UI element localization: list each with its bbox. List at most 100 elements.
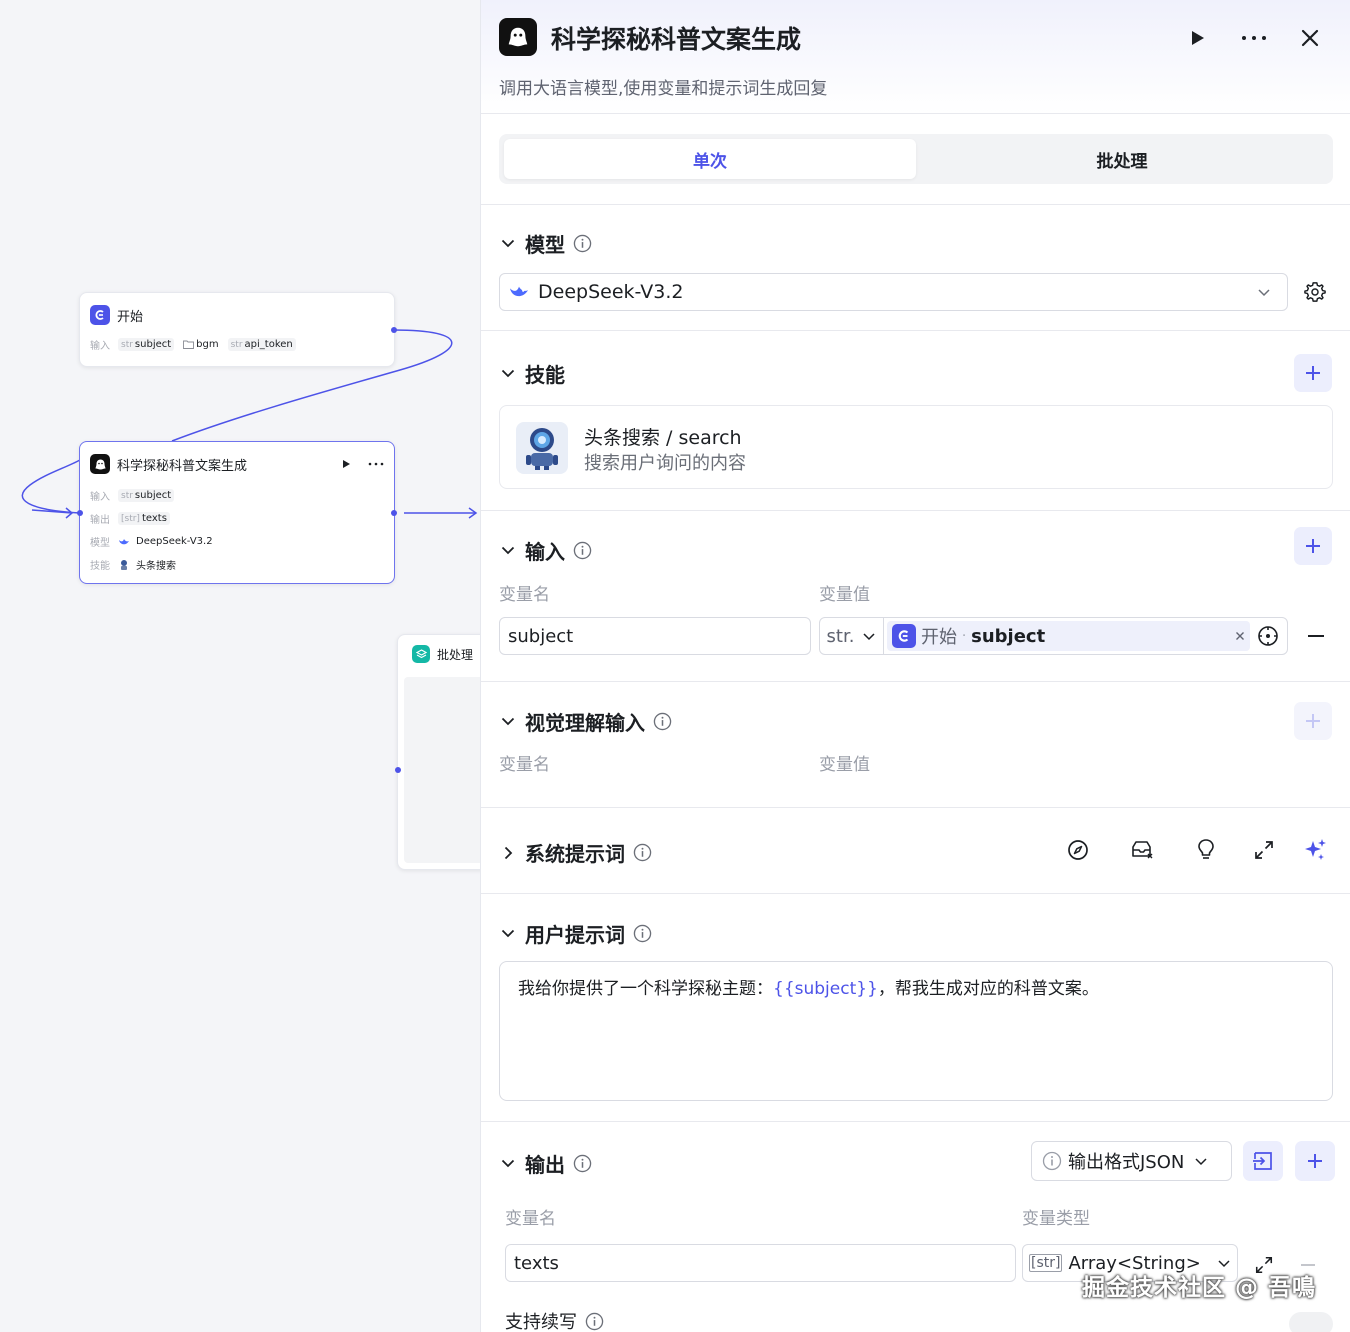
- import-output-button[interactable]: [1243, 1141, 1283, 1181]
- info-icon[interactable]: [633, 843, 652, 862]
- panel-description: 调用大语言模型,使用变量和提示词生成回复: [499, 79, 828, 99]
- col-label-name: 变量名: [499, 585, 550, 605]
- close-button[interactable]: [1294, 22, 1326, 54]
- llm-node-row-input: 输入 str subject: [90, 488, 384, 503]
- chevron-down-icon[interactable]: [499, 713, 517, 731]
- more-button[interactable]: [1238, 22, 1270, 54]
- chevron-down-icon[interactable]: [499, 925, 517, 943]
- play-icon: [1192, 31, 1204, 45]
- info-icon[interactable]: [585, 1312, 604, 1331]
- idea-button[interactable]: [1190, 834, 1222, 866]
- output-var-name-field[interactable]: texts: [505, 1244, 1016, 1282]
- col-label-name: 变量名: [499, 755, 550, 775]
- skill-card[interactable]: 头条搜索 / search 搜索用户询问的内容: [499, 405, 1333, 489]
- chevron-down-icon: [1258, 288, 1270, 296]
- input-port[interactable]: [77, 510, 83, 516]
- add-skill-button[interactable]: [1294, 354, 1332, 392]
- llm-node-icon: [90, 454, 110, 474]
- deepseek-icon: [119, 538, 129, 544]
- divider: [481, 204, 1350, 205]
- start-node-header: 开始: [90, 305, 384, 325]
- start-node-inputs: 输入 str subject bgm str api_token: [90, 337, 384, 352]
- input-var-name-field[interactable]: subject: [499, 617, 811, 655]
- inputs-section-header[interactable]: 输入: [499, 536, 592, 565]
- workflow-canvas[interactable]: 开始 输入 str subject bgm str api_token 科学探秘科普…: [0, 0, 480, 1332]
- add-vision-input-button[interactable]: [1294, 702, 1332, 740]
- vision-section-header[interactable]: 视觉理解输入: [499, 707, 672, 736]
- panel-title[interactable]: 科学探秘科普文案生成: [551, 20, 801, 56]
- node-config-panel: 科学探秘科普文案生成 调用大语言模型,使用变量和提示词生成回复 单次 批处理 模…: [480, 0, 1350, 1332]
- batch-node-icon: [412, 645, 430, 663]
- tab-single[interactable]: 单次: [504, 139, 916, 179]
- ai-generate-button[interactable]: [1299, 834, 1331, 866]
- input-var-value-field[interactable]: str. 开始 · subject: [819, 617, 1288, 655]
- info-icon[interactable]: [633, 924, 652, 943]
- plus-icon: [1308, 1154, 1322, 1168]
- system-prompt-section-header[interactable]: 系统提示词: [499, 838, 652, 867]
- output-section-title: 输出: [525, 1153, 565, 1177]
- chevron-right-icon[interactable]: [499, 844, 517, 862]
- start-node[interactable]: 开始 输入 str subject bgm str api_token: [79, 292, 397, 367]
- col-label-type: 变量类型: [1022, 1209, 1090, 1229]
- more-icon: [1242, 36, 1266, 40]
- col-label-value: 变量值: [819, 585, 870, 605]
- chevron-down-icon[interactable]: [499, 1155, 517, 1173]
- model-section-title: 模型: [525, 233, 565, 257]
- batch-node-header: 批处理: [412, 645, 480, 663]
- row-key: 输入: [90, 341, 110, 352]
- remove-input-button[interactable]: [1305, 626, 1327, 646]
- output-section-header[interactable]: 输出: [499, 1149, 592, 1178]
- input-port[interactable]: [395, 767, 401, 773]
- continue-writing-toggle[interactable]: [1289, 1312, 1333, 1332]
- clear-icon[interactable]: [1235, 631, 1245, 641]
- chevron-down-icon[interactable]: [499, 235, 517, 253]
- robot-icon: [516, 422, 568, 474]
- output-port[interactable]: [391, 327, 397, 333]
- info-icon[interactable]: [573, 541, 592, 560]
- divider: [481, 681, 1350, 682]
- param-tag: [str] texts: [118, 512, 170, 525]
- plus-icon: [1306, 366, 1320, 380]
- chevron-down-icon[interactable]: [499, 365, 517, 383]
- llm-node[interactable]: 科学探秘科普文案生成 输入 str subject 输出 [str] texts 模…: [77, 441, 397, 584]
- output-format-select[interactable]: 输出格式JSON: [1031, 1141, 1232, 1181]
- divider: [481, 510, 1350, 511]
- run-icon[interactable]: [341, 459, 351, 469]
- output-port[interactable]: [391, 510, 397, 516]
- skills-section-header[interactable]: 技能: [499, 359, 565, 388]
- import-icon: [1253, 1152, 1272, 1170]
- param-tag: bgm: [180, 338, 221, 351]
- user-prompt-editor[interactable]: 我给你提供了一个科学探秘主题：{{subject}}，帮我生成对应的科普文案。: [499, 961, 1333, 1101]
- chevron-down-icon[interactable]: [499, 542, 517, 560]
- var-type-select[interactable]: str.: [820, 618, 884, 654]
- add-input-button[interactable]: [1294, 527, 1332, 565]
- close-icon: [1301, 29, 1319, 47]
- expand-icon: [1255, 841, 1273, 859]
- model-settings-button[interactable]: [1301, 278, 1329, 306]
- expand-button[interactable]: [1248, 834, 1280, 866]
- variable-picker-icon[interactable]: [1257, 625, 1279, 647]
- more-icon[interactable]: [368, 461, 384, 467]
- prompt-library-button[interactable]: [1126, 834, 1158, 866]
- prompt-variable-token[interactable]: {{subject}}: [773, 979, 878, 999]
- compass-button[interactable]: [1062, 834, 1094, 866]
- plus-icon: [1306, 714, 1320, 728]
- info-icon[interactable]: [573, 234, 592, 253]
- model-section-header[interactable]: 模型: [499, 229, 592, 258]
- param-tag: str subject: [118, 338, 175, 351]
- batch-node[interactable]: 批处理: [395, 634, 480, 870]
- model-select[interactable]: DeepSeek-V3.2: [499, 273, 1288, 311]
- info-icon[interactable]: [653, 712, 672, 731]
- add-output-button[interactable]: [1295, 1141, 1335, 1181]
- chevron-down-icon: [1195, 1157, 1207, 1165]
- start-node-icon: [892, 624, 916, 648]
- col-label-name: 变量名: [505, 1209, 556, 1229]
- panel-header: 科学探秘科普文案生成 调用大语言模型,使用变量和提示词生成回复: [481, 0, 1350, 114]
- skill-name: 头条搜索 / search: [584, 427, 742, 449]
- var-reference-tag[interactable]: 开始 · subject: [887, 621, 1250, 651]
- run-button[interactable]: [1181, 22, 1213, 54]
- info-icon[interactable]: [573, 1154, 592, 1173]
- tab-batch[interactable]: 批处理: [916, 139, 1328, 179]
- start-node-title: 开始: [117, 309, 144, 325]
- user-prompt-section-header[interactable]: 用户提示词: [499, 919, 652, 948]
